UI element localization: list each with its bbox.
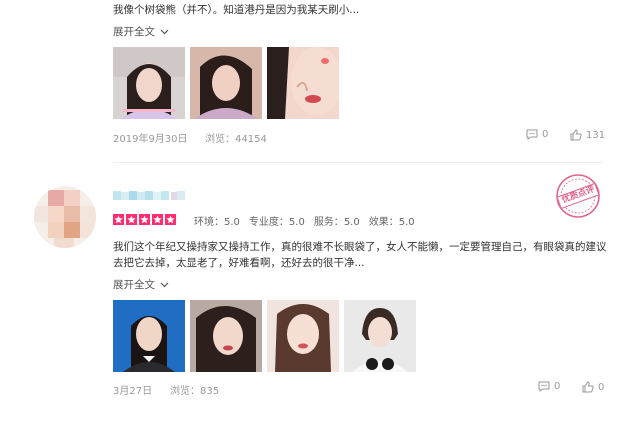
review1-photo-2[interactable]: [190, 47, 262, 119]
review1-date: 2019年9月30日: [113, 134, 188, 145]
review2-date: 3月27日: [113, 386, 153, 397]
review1-like-count: 131: [586, 129, 606, 141]
review2-views: 浏览：835: [170, 386, 220, 397]
star-icon: [139, 214, 150, 225]
rating-service: 服务：5.0: [313, 217, 360, 228]
review1-expand-label: 展开全文: [113, 26, 155, 38]
thumbs-up-icon: [570, 129, 582, 141]
rating-professionalism: 专业度：5.0: [248, 217, 305, 228]
review-divider: [113, 162, 603, 163]
review1-like-button[interactable]: 131: [570, 129, 605, 141]
review1-photo-1[interactable]: [113, 47, 185, 119]
review2-photo-3[interactable]: [267, 300, 339, 372]
review2-text-line1: 我们这个年纪又操持家又操持工作，真的很难不长眼袋了，女人不能懒，一定要管理自己，…: [113, 241, 607, 253]
review2-expand-label: 展开全文: [113, 279, 155, 291]
sub-ratings: 环境：5.0 专业度：5.0 服务：5.0 效果：5.0: [194, 213, 415, 228]
review1-comment-button[interactable]: 0: [526, 129, 548, 140]
review1-views: 浏览：44154: [205, 134, 267, 145]
review2-like-count: 0: [598, 381, 605, 393]
review1-comment-count: 0: [542, 129, 549, 140]
comment-icon: [526, 129, 538, 140]
star-icon: [126, 214, 137, 225]
review1-expand-button[interactable]: 展开全文: [113, 24, 169, 39]
review1-text-tail: 我像个树袋熊（并不）。知道港丹是因为我某天刷小...: [113, 4, 360, 16]
chevron-down-icon: [160, 282, 169, 288]
username[interactable]: [113, 186, 189, 200]
review2-expand-button[interactable]: 展开全文: [113, 277, 169, 292]
star-icon: [152, 214, 163, 225]
review2-photo-2[interactable]: [190, 300, 262, 372]
chevron-down-icon: [160, 29, 169, 35]
rating-environment: 环境：5.0: [194, 217, 240, 228]
thumbs-up-icon: [582, 381, 594, 393]
avatar[interactable]: [34, 186, 96, 248]
review2-photo-1[interactable]: [113, 300, 185, 372]
review2-comment-button[interactable]: 0: [538, 381, 560, 392]
review1-photo-3[interactable]: [267, 47, 339, 119]
rating-effect: 效果：5.0: [368, 217, 415, 228]
review2-comment-count: 0: [554, 381, 561, 392]
review2-text-line2: 去把它去掉，太显老了，好难看啊，还好去的很干净...: [113, 257, 365, 269]
star-rating: [113, 214, 178, 225]
review2-photo-4[interactable]: [344, 300, 416, 372]
star-icon: [165, 214, 176, 225]
comment-icon: [538, 381, 550, 392]
review2-like-button[interactable]: 0: [582, 381, 604, 393]
quality-review-badge: 优质点评: [554, 172, 602, 220]
star-icon: [113, 214, 124, 225]
